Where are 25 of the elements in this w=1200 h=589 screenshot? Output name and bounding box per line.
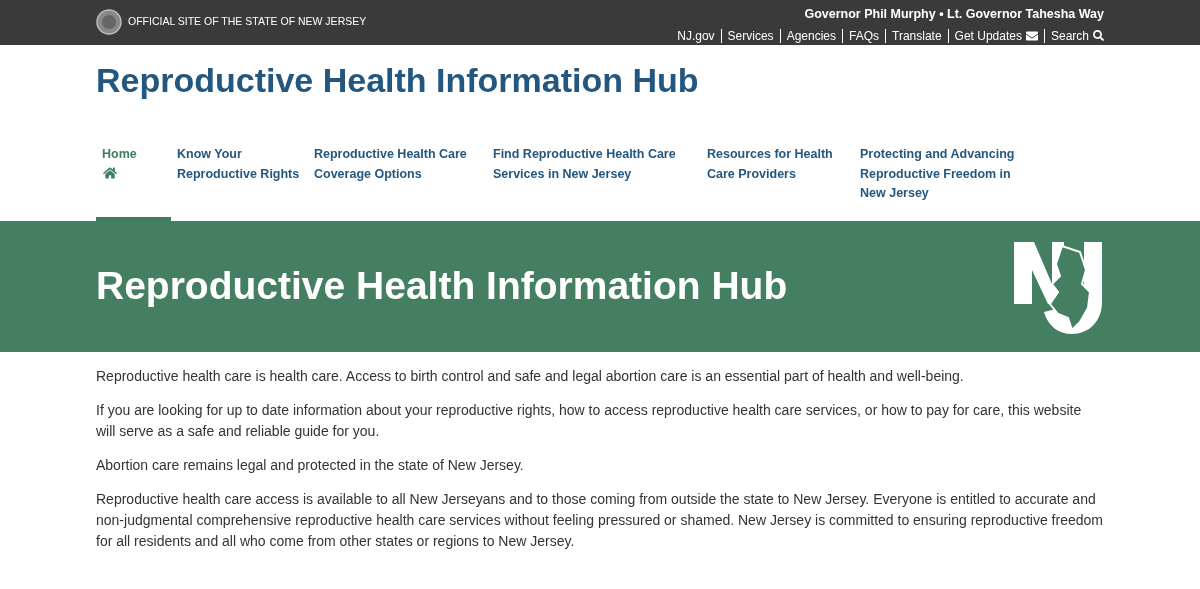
site-title: Reproductive Health Information Hub [96,60,699,101]
official-site-text: OFFICIAL SITE OF THE STATE OF NEW JERSEY [128,14,367,30]
body-paragraph: If you are looking for up to date information about your reproductive rights, how to access reproductive health care services, or how to pay for care, this website will serve as a safe and reliable guide for you. [96,401,1083,441]
state-seal-icon [96,9,122,35]
nav-tab[interactable]: Know Your Reproductive Rights [171,142,308,221]
body-paragraph: Reproductive health care is health care. Access to birth control and safe and legal abortion care is an essential part of health and well-being. [96,367,965,386]
top-link[interactable]: Get Updates [948,28,1045,43]
body-paragraph: Reproductive health care access is available to all New Jerseyans and to those coming from outside the state to New Jersey. Everyone is entitled to accurate and non-judgmental comprehensive reproductive health care services without feeling pressured or shamed. New Jersey is committed to ensuring reproductive freedom for all residents and all who come from other states or regions to New Jersey. [96,490,1104,551]
nav-tab[interactable]: Protecting and Advancing Reproductive Freedom in New Jersey [854,142,1044,221]
nj-logo-icon [1014,239,1104,334]
nav-tab[interactable]: Resources for Health Care Providers [701,142,854,221]
top-link[interactable]: Agencies [780,28,843,43]
envelope-icon [1025,29,1038,42]
top-link[interactable]: NJ.gov [671,28,722,43]
nav-tab[interactable]: Find Reproductive Health Care Services in New Jersey [487,142,701,221]
search-icon [1093,30,1104,42]
banner-title: Reproductive Health Information Hub [96,263,788,310]
home-icon [103,165,117,180]
top-link[interactable]: FAQs [843,28,886,43]
governor-text: Governor Phil Murphy • Lt. Governor Tahesha Way [804,6,1104,23]
top-link[interactable]: Services [721,28,781,43]
top-link[interactable]: Translate [886,28,949,43]
top-link[interactable]: Search [1044,28,1104,43]
nav-tab[interactable]: Reproductive Health Care Coverage Options [308,142,487,221]
body-paragraph: Abortion care remains legal and protected in the state of New Jersey. [96,456,525,475]
